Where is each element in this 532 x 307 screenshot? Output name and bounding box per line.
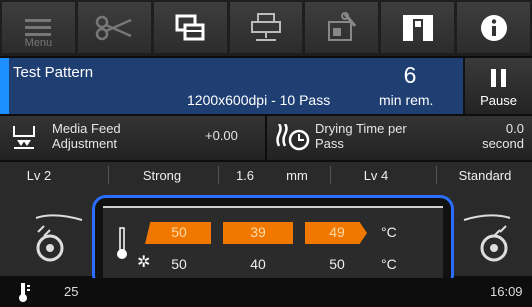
footer-status: 25 16:09 xyxy=(0,278,532,307)
divider xyxy=(436,166,437,184)
divider xyxy=(218,166,219,184)
heater-temperature-panel[interactable]: ✲ 50 39 49 °C 50 40 50 °C xyxy=(92,195,454,289)
layers-icon xyxy=(175,14,205,40)
manual-icon xyxy=(402,14,433,41)
menu-button[interactable]: Menu xyxy=(2,2,75,53)
drying-time-label-2: Pass xyxy=(315,136,344,151)
info-button[interactable] xyxy=(457,2,531,53)
set-temp-unit: °C xyxy=(381,256,397,272)
param-strength[interactable]: Strong xyxy=(112,168,212,183)
heater-set-3: 50 xyxy=(329,256,345,272)
clock: 16:09 xyxy=(490,284,523,299)
job-name: Test Pattern xyxy=(13,64,94,81)
pause-icon xyxy=(491,69,506,87)
job-status-bar: Test Pattern 1200x600dpi - 10 Pass 6 min… xyxy=(0,58,532,114)
heater-temperature-display: ✲ 50 39 49 °C 50 40 50 °C xyxy=(103,206,443,278)
drying-time-unit: second xyxy=(482,136,524,151)
adjustment-row: Media Feed Adjustment +0.00 Drying Time … xyxy=(0,116,532,160)
manual-button[interactable] xyxy=(381,2,455,53)
param-mode[interactable]: Standard xyxy=(442,168,528,183)
media-feed-value: +0.00 xyxy=(205,128,238,143)
heater-current-3: 49 xyxy=(329,224,345,240)
drying-time-button[interactable]: Drying Time per Pass 0.0 second xyxy=(267,116,532,160)
thermometer-icon xyxy=(117,227,127,259)
info-icon xyxy=(480,14,507,41)
heater-set-2: 40 xyxy=(250,256,266,272)
layers-button[interactable] xyxy=(153,2,227,53)
media-path-left-icon xyxy=(35,214,83,262)
maintenance-button[interactable] xyxy=(305,2,379,53)
media-feed-icon xyxy=(13,126,35,149)
current-temp-unit: °C xyxy=(381,224,397,240)
job-print-mode: 1200x600dpi - 10 Pass xyxy=(187,92,331,108)
ink-temperature-value: 25 xyxy=(64,284,79,299)
pause-label: Pause xyxy=(480,93,517,108)
scissors-icon xyxy=(96,15,132,40)
drying-time-value: 0.0 xyxy=(505,121,524,136)
param-level-1[interactable]: Lv 2 xyxy=(0,168,78,183)
drying-time-label-1: Drying Time per xyxy=(315,121,407,136)
param-level-2[interactable]: Lv 4 xyxy=(336,168,416,183)
heater-current-2: 39 xyxy=(250,224,266,240)
param-gap-value[interactable]: 1.6 xyxy=(230,168,260,183)
cut-button[interactable] xyxy=(77,2,151,53)
divider xyxy=(108,166,109,184)
remaining-time-unit: min rem. xyxy=(379,92,434,108)
heater-set-1: 50 xyxy=(171,256,187,272)
drying-time-icon xyxy=(276,124,310,151)
menu-label: Menu xyxy=(24,37,53,49)
media-feed-label-1: Media Feed xyxy=(52,121,121,136)
heater-current-1: 50 xyxy=(171,224,187,240)
maintenance-icon xyxy=(327,11,357,41)
job-status: Test Pattern 1200x600dpi - 10 Pass 6 min… xyxy=(0,58,463,114)
param-gap-unit: mm xyxy=(286,168,308,183)
remaining-time-value: 6 xyxy=(403,62,417,88)
divider xyxy=(330,166,331,184)
menu-icon xyxy=(25,18,52,36)
media-feed-label-2: Adjustment xyxy=(52,136,118,151)
main-toolbar: Menu xyxy=(0,0,532,56)
ink-temperature-icon xyxy=(19,283,30,302)
media-path-right-icon xyxy=(463,214,511,262)
printer-settings-button[interactable] xyxy=(229,2,303,53)
media-feed-adjustment-button[interactable]: Media Feed Adjustment +0.00 xyxy=(0,116,265,160)
printer-icon xyxy=(251,12,281,41)
pause-button[interactable]: Pause xyxy=(463,58,532,114)
